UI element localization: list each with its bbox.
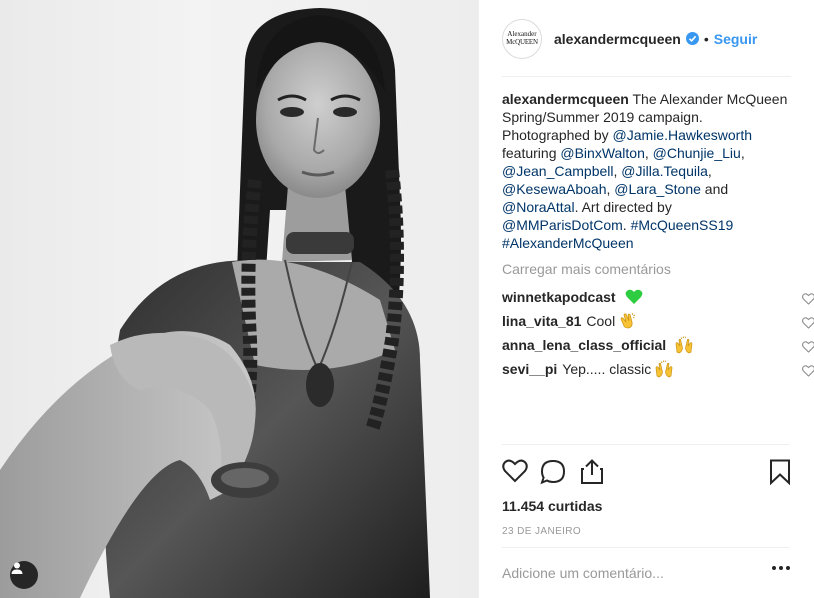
comments-section: alexandermcqueen The Alexander McQueen S… <box>502 90 814 381</box>
comment-text: Cool <box>586 313 616 329</box>
caption-mention-link[interactable]: @Jean_Campbell <box>502 163 614 179</box>
comment-row: sevi__pi Yep..... classic <box>502 357 814 381</box>
comments-list: winnetkapodcast lina_vita_81 Cool anna_l… <box>502 285 814 381</box>
post-photo[interactable] <box>0 0 478 598</box>
caption-mention-link[interactable]: @MMParisDotCom <box>502 217 623 233</box>
caption-text-segment: , <box>644 145 653 161</box>
header-separator: • <box>703 30 709 47</box>
caption: alexandermcqueen The Alexander McQueen S… <box>502 90 792 252</box>
caption-text-segment: . <box>622 217 631 233</box>
caption-text-segment: , <box>740 145 745 161</box>
raising-hands-icon <box>655 360 673 378</box>
caption-mention-link[interactable]: #McQueenSS19 <box>631 217 734 233</box>
raising-hands-icon <box>675 336 693 354</box>
comment-username-link[interactable]: winnetkapodcast <box>502 288 616 306</box>
header-username-link[interactable]: alexandermcqueen <box>554 31 681 47</box>
comment-row: winnetkapodcast <box>502 285 814 309</box>
account-icon-button[interactable] <box>10 561 38 589</box>
post-actions-bar <box>502 459 791 489</box>
caption-username-link[interactable]: alexandermcqueen <box>502 91 629 107</box>
follow-button[interactable]: Seguir <box>714 31 758 47</box>
comment-like-heart-icon[interactable] <box>802 363 814 381</box>
comment-row: lina_vita_81 Cool <box>502 309 814 333</box>
share-upload-icon[interactable] <box>580 459 604 490</box>
avatar-text-line2: McQUEEN <box>506 38 538 46</box>
actions-divider <box>502 444 790 445</box>
bookmark-icon[interactable] <box>769 459 791 490</box>
user-account-icon <box>11 562 23 574</box>
comment-like-heart-icon[interactable] <box>802 315 814 333</box>
caption-text-segment: and <box>700 181 729 197</box>
more-dots-icon[interactable] <box>772 566 790 570</box>
post-viewer: Alexander McQUEEN alexandermcqueen • Seg… <box>0 0 814 598</box>
caption-mention-link[interactable]: @NoraAttal <box>502 199 575 215</box>
caption-mention-link[interactable]: @KesewaAboah <box>502 181 607 197</box>
add-comment-form <box>502 560 790 586</box>
comment-username-link[interactable]: lina_vita_81 <box>502 312 581 330</box>
comment-bubble-icon[interactable] <box>540 459 566 490</box>
post-side-panel: Alexander McQUEEN alexandermcqueen • Seg… <box>478 0 814 598</box>
caption-mention-link[interactable]: @Jilla.Tequila <box>621 163 708 179</box>
caption-mention-link[interactable]: @BinxWalton <box>560 145 645 161</box>
caption-mention-link[interactable]: @Jamie.Hawkesworth <box>613 127 752 143</box>
caption-text: The Alexander McQueen Spring/Summer 2019… <box>502 91 787 251</box>
comment-like-heart-icon[interactable] <box>802 339 814 357</box>
comment-text: Yep..... classic <box>562 361 652 377</box>
caption-mention-link[interactable]: @Lara_Stone <box>614 181 701 197</box>
comment-username-link[interactable]: sevi__pi <box>502 360 557 378</box>
comment-username-link[interactable]: anna_lena_class_official <box>502 336 666 354</box>
caption-text-segment: . Art directed by <box>574 199 672 215</box>
post-header: Alexander McQUEEN alexandermcqueen • Seg… <box>479 0 814 77</box>
avatar-text-line1: Alexander <box>507 30 537 38</box>
caption-mention-link[interactable]: #AlexanderMcQueen <box>502 235 634 251</box>
green-heart-icon <box>625 289 643 305</box>
comment-input-divider <box>502 547 790 548</box>
post-date[interactable]: 23 DE JANEIRO <box>502 526 581 537</box>
caption-text-segment: , <box>707 163 712 179</box>
heart-outline-icon[interactable] <box>502 459 528 488</box>
clapping-hands-icon <box>619 312 637 330</box>
comment-like-heart-icon[interactable] <box>802 291 814 309</box>
verified-badge-icon <box>685 32 699 45</box>
caption-mention-link[interactable]: @Chunjie_Liu <box>653 145 741 161</box>
avatar[interactable]: Alexander McQUEEN <box>502 18 542 59</box>
likes-count[interactable]: 11.454 curtidas <box>502 498 602 514</box>
add-comment-input[interactable] <box>502 565 752 581</box>
load-more-comments-button[interactable]: Carregar mais comentários <box>502 260 792 278</box>
photo-illustration <box>0 8 430 598</box>
comment-row: anna_lena_class_official <box>502 333 814 357</box>
caption-text-segment: featuring <box>502 145 561 161</box>
